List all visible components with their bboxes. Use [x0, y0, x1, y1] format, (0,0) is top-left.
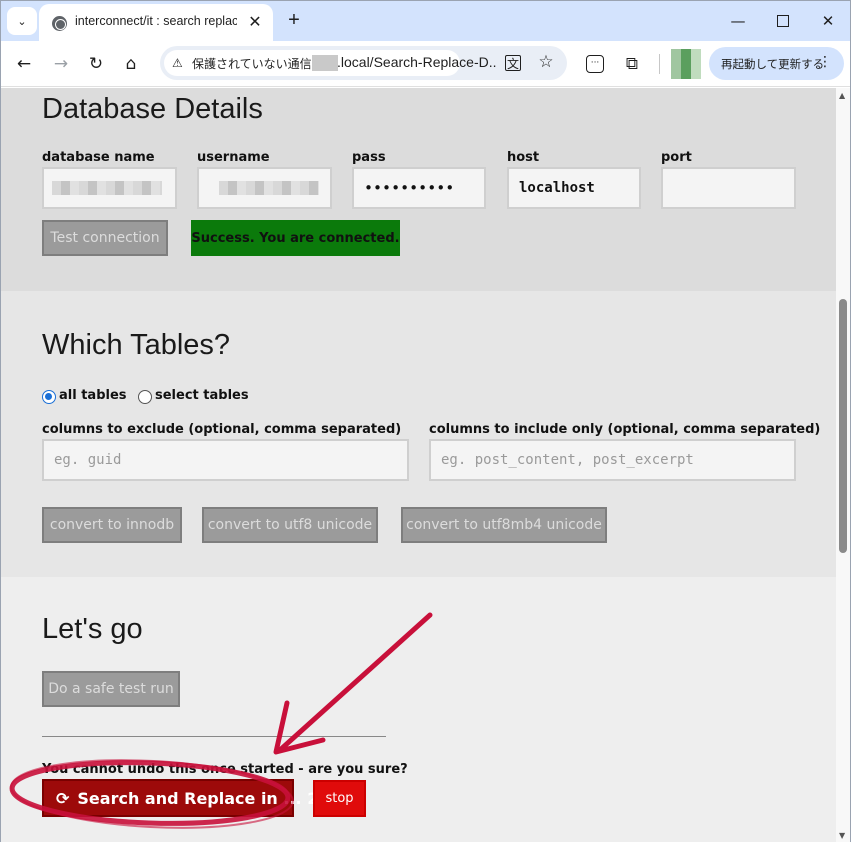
sync-icon: ⟳	[56, 788, 70, 808]
tables-heading: Which Tables?	[42, 329, 231, 361]
all-tables-radio[interactable]	[42, 390, 56, 404]
tab-title: interconnect/it : search replace	[75, 14, 237, 28]
convert-utf8-button[interactable]: convert to utf8 unicode	[202, 507, 378, 543]
run-button-label: Search and Replace in ... 2	[77, 788, 319, 808]
browser-toolbar: ← → ↻ ⌂ ⚠ 保護されていない通信 .local/Search-Repla…	[1, 41, 850, 87]
exclude-columns-input[interactable]: eg. guid	[42, 439, 409, 481]
select-tables-label[interactable]: select tables	[155, 388, 249, 403]
db-name-label: database name	[42, 150, 155, 165]
redacted-host	[312, 55, 338, 71]
minimize-icon[interactable]: —	[724, 9, 752, 33]
select-tables-radio[interactable]	[138, 390, 152, 404]
db-name-field[interactable]	[42, 167, 177, 209]
connection-success-message: Success. You are connected.	[191, 220, 400, 256]
scroll-up-icon[interactable]: ▲	[839, 91, 845, 100]
all-tables-label[interactable]: all tables	[59, 388, 127, 403]
update-button-label: 再起動して更新する	[721, 56, 825, 71]
username-label: username	[197, 150, 270, 165]
profile-avatar[interactable]	[671, 49, 701, 79]
url-text[interactable]: .local/Search-Replace-D...	[337, 54, 497, 70]
database-details-section: Database Details database name username …	[1, 88, 836, 291]
convert-innodb-button[interactable]: convert to innodb	[42, 507, 182, 543]
convert-utf8mb4-button[interactable]: convert to utf8mb4 unicode	[401, 507, 607, 543]
safe-test-run-button[interactable]: Do a safe test run	[42, 671, 180, 707]
redacted-value	[219, 181, 319, 195]
include-columns-input[interactable]: eg. post_content, post_excerpt	[429, 439, 796, 481]
lets-go-section: Let's go Do a safe test run You cannot u…	[1, 577, 836, 842]
translate-icon[interactable]: 文	[505, 55, 521, 71]
address-bar[interactable]: ⚠ 保護されていない通信 .local/Search-Replace-D... …	[160, 46, 567, 80]
test-connection-button[interactable]: Test connection	[42, 220, 168, 256]
pass-label: pass	[352, 150, 386, 165]
toolbar-divider	[659, 54, 660, 74]
security-status: 保護されていない通信	[192, 56, 312, 71]
relaunch-update-button[interactable]: 再起動して更新する ⋮	[709, 47, 844, 80]
more-vertical-icon: ⋮	[818, 54, 832, 70]
include-columns-label: columns to include only (optional, comma…	[429, 422, 821, 437]
extensions-puzzle-icon[interactable]: ⧉	[621, 53, 643, 75]
chat-icon[interactable]: ···	[586, 55, 604, 73]
reload-icon[interactable]: ↻	[84, 52, 108, 76]
maximize-icon[interactable]	[768, 9, 796, 33]
scroll-down-icon[interactable]: ▼	[839, 831, 845, 840]
window-close-icon[interactable]: ✕	[814, 9, 842, 33]
browser-window: ⌄ interconnect/it : search replace ✕ + —…	[0, 0, 851, 842]
port-field[interactable]	[661, 167, 796, 209]
chevron-down-icon: ⌄	[17, 14, 27, 28]
tab-strip: ⌄ interconnect/it : search replace ✕ + —…	[1, 1, 850, 41]
username-field[interactable]	[197, 167, 332, 209]
database-heading: Database Details	[42, 93, 263, 125]
page-viewport: Database Details database name username …	[1, 88, 836, 842]
tab-search-button[interactable]: ⌄	[7, 7, 37, 35]
which-tables-section: Which Tables? all tables select tables c…	[1, 291, 836, 577]
back-arrow-icon[interactable]: ←	[12, 52, 36, 76]
active-tab[interactable]: interconnect/it : search replace ✕	[39, 4, 273, 41]
scrollbar-thumb[interactable]	[839, 299, 847, 553]
redacted-value	[52, 181, 162, 195]
lets-go-heading: Let's go	[42, 613, 143, 645]
password-field[interactable]: ••••••••••	[352, 167, 486, 209]
undo-warning: You cannot undo this once started - are …	[42, 762, 408, 777]
host-field[interactable]: localhost	[507, 167, 641, 209]
globe-icon	[52, 16, 67, 31]
search-and-replace-button[interactable]: ⟳ Search and Replace in ... 2	[42, 779, 318, 817]
stop-button[interactable]: stop	[313, 780, 366, 817]
vertical-scrollbar[interactable]: ▲ ▼	[836, 88, 850, 842]
new-tab-button[interactable]: +	[283, 9, 305, 31]
home-icon[interactable]: ⌂	[119, 52, 143, 76]
warning-icon: ⚠	[172, 56, 183, 70]
close-icon[interactable]: ✕	[245, 12, 265, 32]
section-divider	[42, 736, 386, 737]
forward-arrow-icon[interactable]: →	[49, 52, 73, 76]
host-label: host	[507, 150, 540, 165]
exclude-columns-label: columns to exclude (optional, comma sepa…	[42, 422, 402, 437]
bookmark-star-icon[interactable]: ☆	[536, 52, 556, 72]
port-label: port	[661, 150, 692, 165]
